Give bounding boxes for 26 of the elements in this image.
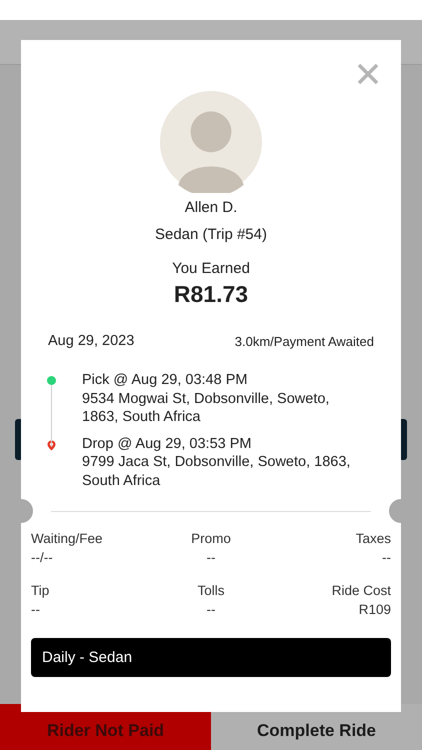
plan-banner: Daily - Sedan (31, 638, 391, 677)
rider-name: Allen D. (184, 199, 238, 216)
fee-label: Waiting/Fee (31, 530, 104, 548)
fee-value: -- (206, 549, 216, 567)
trip-summary: 3.0km/Payment Awaited (234, 333, 374, 349)
stop-address: 9799 Jaca St, Dobsonville, Soweto, 1863, South Africa (82, 453, 352, 490)
close-icon[interactable] (357, 63, 379, 85)
trip-date: Aug 29, 2023 (48, 333, 134, 349)
stop-address: 9534 Mogwai St, Dobsonville, Soweto, 1863, South Africa (82, 390, 330, 426)
fee-label: Taxes (354, 530, 391, 548)
fee-label: Tolls (196, 582, 226, 600)
vehicle-trip: Sedan (Trip #54) (154, 226, 267, 243)
fee-value: --/-- (31, 549, 54, 567)
stop-time: Pick @ Aug 29, 03:48 PM (82, 371, 248, 390)
fee-label: Ride Cost (330, 582, 391, 600)
earned-amount: R81.73 (174, 281, 248, 308)
stop-time: Drop @ Aug 29, 03:53 PM (82, 434, 252, 453)
pickup-dot-icon (47, 376, 56, 385)
fee-label: Promo (190, 530, 232, 548)
fee-value: -- (381, 549, 391, 567)
fee-value: -- (31, 601, 41, 619)
fee-label: Tip (31, 582, 50, 600)
fee-value: -- (206, 601, 216, 619)
fee-value: R109 (358, 601, 391, 619)
earned-label: You Earned (172, 260, 250, 277)
location-pin-icon (47, 440, 56, 450)
